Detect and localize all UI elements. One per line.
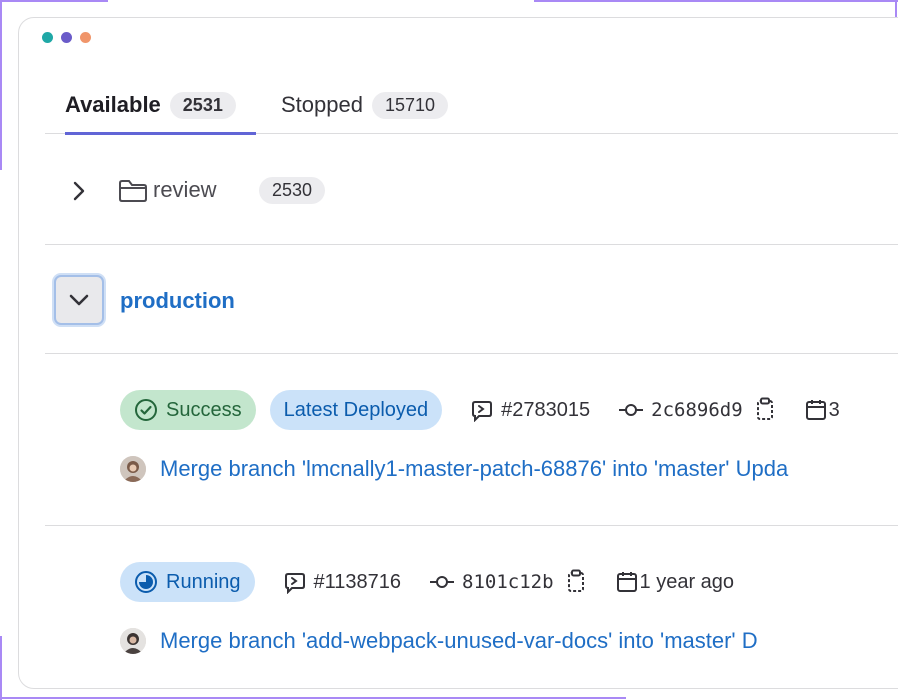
check-circle-icon <box>135 399 157 421</box>
calendar-icon <box>616 572 637 592</box>
copy-icon[interactable] <box>565 569 587 595</box>
window-controls <box>42 32 91 43</box>
date-text: 1 year ago <box>639 570 735 593</box>
tab-available[interactable]: Available 2531 <box>65 76 256 135</box>
commit-info: Merge branch 'add-webpack-unused-var-doc… <box>120 626 758 656</box>
chevron-right-icon[interactable] <box>69 179 89 203</box>
frame-line-left-bottom <box>0 636 2 700</box>
environment-row-production: production <box>45 245 898 354</box>
commit-icon <box>619 404 644 416</box>
avatar <box>120 456 146 482</box>
avatar <box>120 628 146 654</box>
status-badge-success[interactable]: Success <box>120 390 256 430</box>
commit-message-link[interactable]: Merge branch 'lmcnally1-master-patch-688… <box>160 456 788 482</box>
calendar-icon <box>805 400 826 420</box>
frame-line-left <box>0 0 2 170</box>
status-label: Success <box>166 398 242 421</box>
status-label: Running <box>166 570 241 593</box>
commit-icon <box>430 576 455 588</box>
pipeline-icon <box>284 573 305 594</box>
environments-window: Available 2531 Stopped 15710 review 2530… <box>18 17 898 689</box>
folder-name[interactable]: review <box>153 177 217 203</box>
chevron-down-icon <box>69 294 89 306</box>
window-dot-3 <box>80 32 91 43</box>
deployment-row: Running #1138716 8101c12b 1 year ago Mer… <box>45 526 898 688</box>
tab-available-count: 2531 <box>169 91 236 119</box>
commit-sha: 2c6896d9 <box>651 399 743 421</box>
pipeline-link[interactable]: #2783015 <box>470 398 590 422</box>
pipeline-id: #1138716 <box>313 570 402 593</box>
commit-sha-link[interactable]: 2c6896d9 <box>618 397 776 423</box>
deployment-date: 3 <box>804 398 840 422</box>
deployment-date: 1 year ago <box>615 570 735 594</box>
frame-line-bottom <box>0 697 626 699</box>
running-circle-icon <box>135 571 157 593</box>
environment-name-link[interactable]: production <box>120 288 235 314</box>
tab-stopped-count: 15710 <box>371 91 449 119</box>
frame-line-top-left <box>0 0 108 2</box>
commit-message-link[interactable]: Merge branch 'add-webpack-unused-var-doc… <box>160 628 758 654</box>
deployment-row: Success Latest Deployed #2783015 2c6896d… <box>45 354 898 526</box>
folder-icon <box>118 179 148 208</box>
pipeline-icon <box>472 401 493 422</box>
pipeline-link[interactable]: #1138716 <box>283 570 402 594</box>
window-dot-1 <box>42 32 53 43</box>
status-badge-running[interactable]: Running <box>120 562 255 602</box>
frame-line-top-right <box>534 0 898 2</box>
folder-count: 2530 <box>259 177 326 204</box>
commit-info: Merge branch 'lmcnally1-master-patch-688… <box>120 454 788 484</box>
tab-stopped[interactable]: Stopped 15710 <box>281 76 449 134</box>
pipeline-id: #2783015 <box>501 398 591 421</box>
deployment-meta: Running #1138716 8101c12b 1 year ago <box>120 562 734 602</box>
commit-sha-link[interactable]: 8101c12b <box>429 569 587 595</box>
folder-row-review[interactable]: review 2530 <box>45 135 898 245</box>
environment-tabs: Available 2531 Stopped 15710 <box>45 76 898 135</box>
window-dot-2 <box>61 32 72 43</box>
tab-stopped-label: Stopped <box>281 92 363 117</box>
deployment-meta: Success Latest Deployed #2783015 2c6896d… <box>120 390 840 430</box>
date-text: 3 <box>828 398 840 421</box>
collapse-environment-button[interactable] <box>54 275 104 325</box>
commit-sha: 8101c12b <box>462 571 554 593</box>
tab-available-label: Available <box>65 92 161 117</box>
copy-icon[interactable] <box>754 397 776 423</box>
latest-deployed-badge: Latest Deployed <box>269 390 443 430</box>
